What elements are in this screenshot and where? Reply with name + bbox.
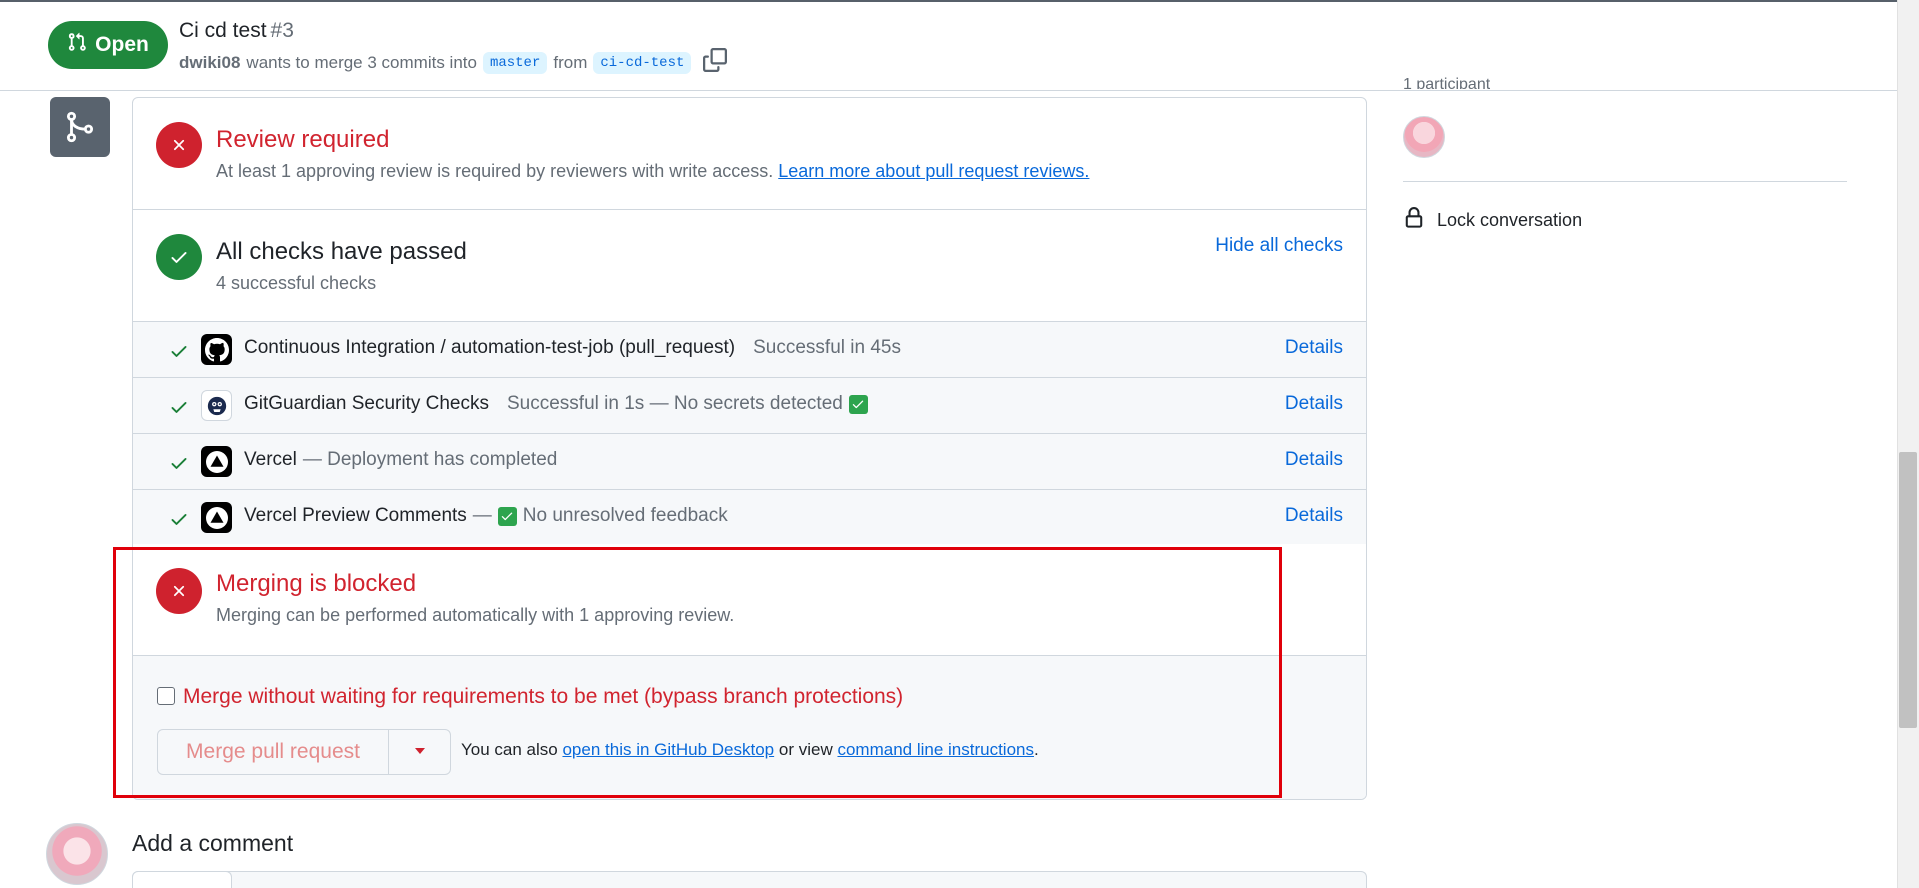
base-branch[interactable]: master [482, 51, 548, 74]
lock-conversation-label: Lock conversation [1437, 210, 1583, 230]
check-details-link[interactable]: Details [1285, 505, 1343, 527]
check-icon [169, 453, 189, 478]
pr-state-label: Open [95, 33, 149, 56]
checks-summary: 4 successful checks [216, 273, 377, 293]
pr-title-text: Ci cd test [179, 19, 267, 42]
pr-author-link[interactable]: dwiki08 [179, 53, 240, 73]
participant-avatar[interactable] [1403, 116, 1445, 158]
check-icon [169, 509, 189, 534]
vercel-icon [201, 446, 232, 477]
check-details-link[interactable]: Details [1285, 337, 1343, 359]
white-check-mark-emoji-icon [848, 394, 868, 414]
review-required-text: At least 1 approving review is required … [216, 161, 774, 181]
check-details-link[interactable]: Details [1285, 449, 1343, 471]
review-required-section: Review required At least 1 approving rev… [133, 98, 1366, 210]
x-circle-icon [156, 122, 202, 168]
check-icon [169, 341, 189, 366]
merging-blocked-section: Merging is blocked Merging can be perfor… [133, 544, 1366, 656]
pr-merge-text: wants to merge 3 commits into [246, 52, 477, 72]
add-comment-title: Add a comment [132, 830, 294, 856]
triangle-down-icon [413, 743, 427, 761]
merge-method-dropdown[interactable] [389, 730, 450, 774]
check-row-text: GitGuardian Security Checks Successful i… [244, 393, 868, 415]
check-row-text: Continuous Integration / automation-test… [244, 337, 901, 359]
comment-editor[interactable] [132, 871, 1367, 888]
scrollbar-thumb[interactable] [1899, 452, 1917, 728]
merge-alternatives-text: You can also open this in GitHub Desktop… [461, 740, 1039, 760]
pull-request-icon [67, 32, 87, 58]
check-status: Successful in 1s — No secrets detected [507, 393, 843, 414]
check-row: Vercel Preview Comments — No unresolved … [133, 490, 1366, 546]
sidebar-divider [1403, 181, 1847, 182]
period-text: . [1034, 740, 1039, 759]
git-merge-icon [50, 97, 110, 157]
merge-pull-request-button[interactable]: Merge pull request [158, 730, 389, 774]
check-details-link[interactable]: Details [1285, 393, 1343, 415]
copy-icon[interactable] [703, 48, 728, 77]
command-line-instructions-link[interactable]: command line instructions [837, 740, 1034, 759]
pr-sticky-header: Open Ci cd test #3 dwiki08 wants to merge… [0, 0, 1897, 91]
white-check-mark-emoji-icon [497, 506, 517, 526]
vercel-icon [201, 502, 232, 533]
check-status: — Deployment has completed [302, 449, 558, 470]
merging-blocked-desc: Merging can be performed automatically w… [216, 605, 735, 625]
head-branch[interactable]: ci-cd-test [593, 51, 692, 74]
review-required-title: Review required [216, 126, 390, 153]
lock-conversation-button[interactable]: Lock conversation [1403, 207, 1582, 234]
hide-all-checks-link[interactable]: Hide all checks [1215, 235, 1343, 257]
pr-from-text: from [553, 52, 588, 72]
lock-icon [1403, 207, 1425, 234]
pr-title: Ci cd test #3 [179, 19, 294, 43]
learn-more-reviews-link[interactable]: Learn more about pull request reviews. [778, 161, 1089, 181]
merge-button-group: Merge pull request [157, 729, 451, 775]
current-user-avatar[interactable] [46, 823, 108, 885]
check-row: GitGuardian Security Checks Successful i… [133, 378, 1366, 434]
checks-title: All checks have passed [216, 238, 467, 265]
participants-label: 1 participant [1403, 76, 1491, 89]
merge-actions-area [133, 656, 1366, 799]
review-required-desc: At least 1 approving review is required … [216, 161, 1089, 182]
merging-blocked-title: Merging is blocked [216, 570, 417, 597]
checks-summary-section: All checks have passed 4 successful chec… [133, 210, 1366, 322]
gitguardian-icon [201, 390, 232, 421]
pr-state-badge: Open [48, 21, 168, 69]
bypass-protections-checkbox[interactable] [157, 687, 175, 705]
check-row: Continuous Integration / automation-test… [133, 322, 1366, 378]
merge-box: Review required At least 1 approving rev… [132, 97, 1367, 800]
check-row: Vercel — Deployment has completed Detail… [133, 434, 1366, 490]
pr-number: #3 [270, 19, 294, 42]
comment-write-tab[interactable] [132, 871, 232, 888]
also-text-label: You can also [461, 740, 558, 759]
github-icon [201, 334, 232, 365]
or-view-text: or view [778, 740, 833, 759]
page-scrollbar[interactable] [1897, 0, 1919, 888]
check-row-text: Vercel — Deployment has completed [244, 449, 557, 471]
check-status: No unresolved feedback [522, 505, 728, 526]
check-icon [169, 397, 189, 422]
check-name: Vercel [244, 449, 297, 470]
check-status: Successful in 45s [753, 337, 901, 358]
x-circle-icon [156, 568, 202, 614]
pr-meta: dwiki08 wants to merge 3 commits into ma… [179, 48, 728, 77]
check-row-text: Vercel Preview Comments — No unresolved … [244, 505, 728, 527]
check-status-prefix: — [472, 505, 492, 526]
check-name: Vercel Preview Comments [244, 505, 467, 526]
bypass-protections-label[interactable]: Merge without waiting for requirements t… [183, 685, 903, 709]
check-name: GitGuardian Security Checks [244, 393, 489, 414]
check-name: Continuous Integration / automation-test… [244, 337, 736, 358]
open-github-desktop-link[interactable]: open this in GitHub Desktop [562, 740, 774, 759]
check-circle-icon [156, 234, 202, 280]
